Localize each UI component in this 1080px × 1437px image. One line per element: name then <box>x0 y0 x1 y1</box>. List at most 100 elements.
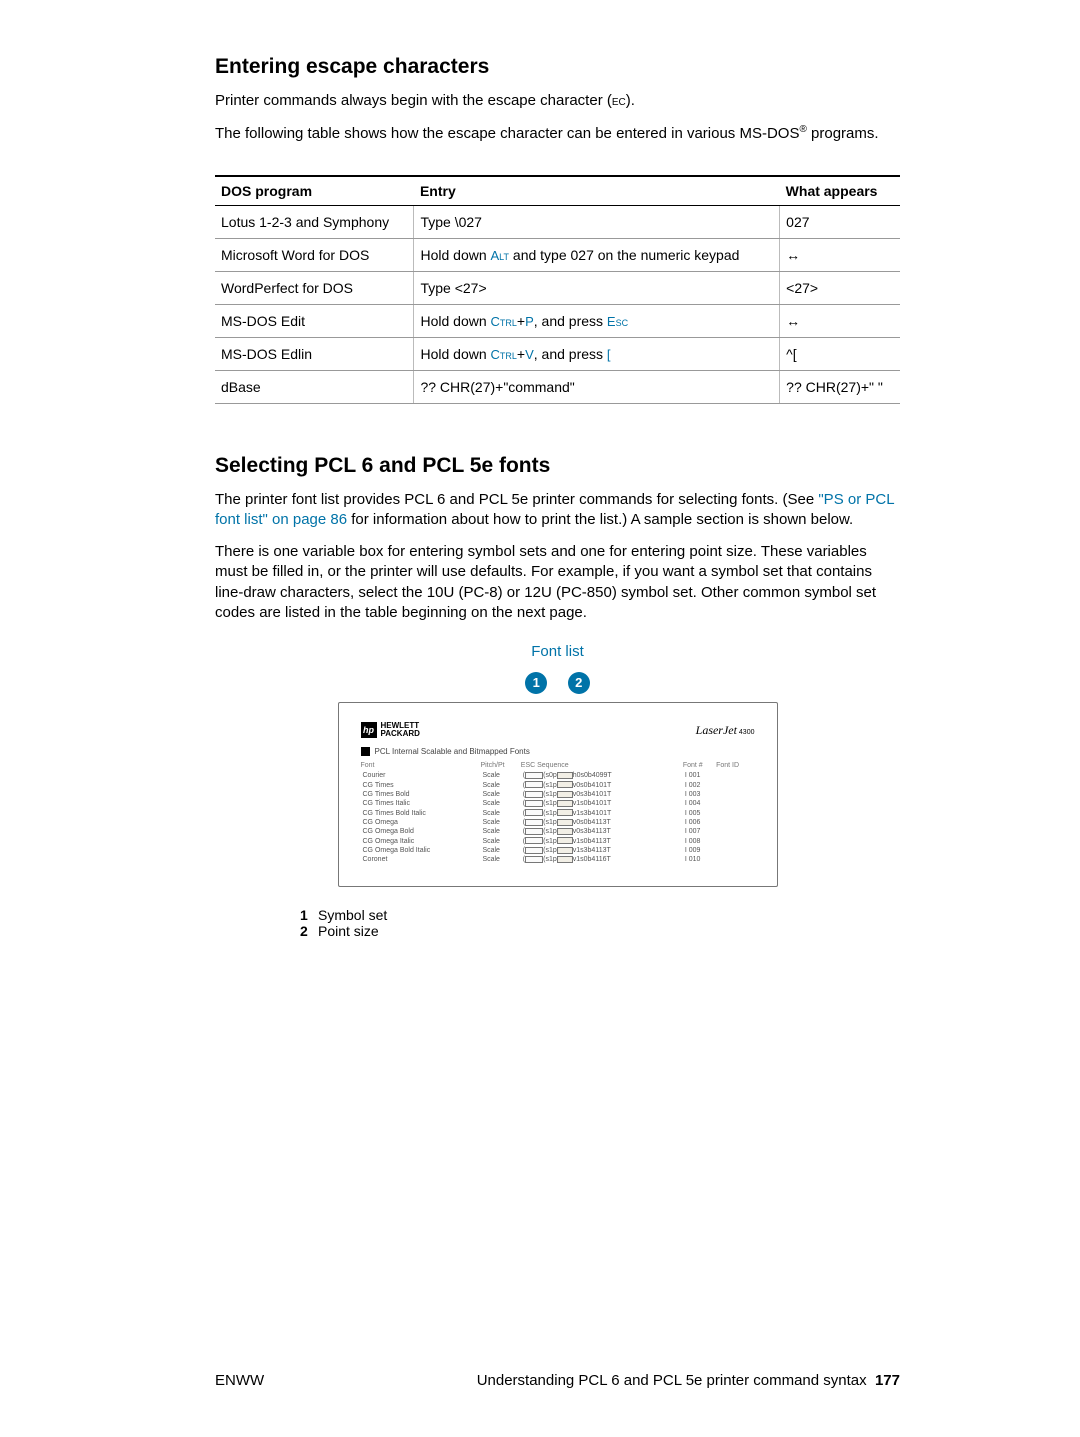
col-header-appears: What appears <box>780 176 900 206</box>
table-row: CoronetScale((s1pv1s0b4116TI 010 <box>361 855 755 864</box>
cell-entry: Type \027 <box>414 205 780 238</box>
table-row: MS-DOS Edit Hold down Ctrl+P, and press … <box>215 304 900 337</box>
font-list-title: PCL Internal Scalable and Bitmapped Font… <box>375 747 530 756</box>
heading-selecting-fonts: Selecting PCL 6 and PCL 5e fonts <box>215 454 900 478</box>
table-row: dBase ?? CHR(27)+"command" ?? CHR(27)+" … <box>215 370 900 403</box>
text: programs. <box>807 125 879 142</box>
cell-appears: <27> <box>780 271 900 304</box>
text: and type 027 on the numeric keypad <box>509 247 739 263</box>
text: + <box>517 313 525 329</box>
table-row: CG Times ItalicScale((s1pv1s0b4101TI 004 <box>361 799 755 808</box>
footer-right: Understanding PCL 6 and PCL 5e printer c… <box>477 1372 900 1389</box>
key-bracket: [ <box>607 347 611 362</box>
hp-logo-icon: hp <box>361 722 377 738</box>
registered-mark: ® <box>799 124 806 135</box>
col-fontid: Font ID <box>716 762 754 771</box>
cell-appears: 027 <box>780 205 900 238</box>
col-esc: ESC Sequence <box>521 762 676 771</box>
point-size-box <box>557 847 573 854</box>
text: Hold down <box>420 247 490 263</box>
cell-program: Microsoft Word for DOS <box>215 238 414 271</box>
point-size-box <box>557 856 573 863</box>
key-v: V <box>525 347 534 362</box>
page-footer: ENWW Understanding PCL 6 and PCL 5e prin… <box>215 1372 900 1389</box>
symbol-set-box <box>525 791 543 798</box>
col-header-entry: Entry <box>414 176 780 206</box>
text: ). <box>626 92 635 109</box>
heading-escape-characters: Entering escape characters <box>215 55 900 79</box>
legend-item: 1Symbol set <box>300 907 900 923</box>
cell-program: MS-DOS Edit <box>215 304 414 337</box>
square-bullet-icon <box>361 747 370 756</box>
cell-appears: ?? CHR(27)+" " <box>780 370 900 403</box>
point-size-box <box>557 819 573 826</box>
font-sample-table: Font Pitch/Pt ESC Sequence Font # Font I… <box>361 762 755 864</box>
table-row: WordPerfect for DOS Type <27> <27> <box>215 271 900 304</box>
key-ctrl: Ctrl <box>491 347 517 362</box>
text: , and press <box>534 346 607 362</box>
col-fontnum: Font # <box>683 762 716 771</box>
callout-2-icon: 2 <box>568 672 590 694</box>
figure-legend: 1Symbol set 2Point size <box>300 907 900 939</box>
hp-logo: hp HEWLETTPACKARD <box>361 722 420 738</box>
para-escape-intro: Printer commands always begin with the e… <box>215 91 900 111</box>
dos-escape-table: DOS program Entry What appears Lotus 1-2… <box>215 175 900 404</box>
symbol-set-box <box>525 781 543 788</box>
point-size-box <box>557 772 573 779</box>
footer-left: ENWW <box>215 1372 264 1389</box>
font-list-sample: hp HEWLETTPACKARD LaserJet 4300 PCL Inte… <box>338 702 778 887</box>
callout-1-icon: 1 <box>525 672 547 694</box>
table-row: CG Omega ItalicScale((s1pv1s0b4113TI 008 <box>361 836 755 845</box>
cell-entry: Type <27> <box>414 271 780 304</box>
symbol-set-box <box>525 800 543 807</box>
table-row: CG Omega Bold ItalicScale((s1pv1s3b4113T… <box>361 846 755 855</box>
key-alt: Alt <box>491 248 510 263</box>
table-row: CG TimesScale((s1pv0s0b4101TI 002 <box>361 780 755 789</box>
col-header-program: DOS program <box>215 176 414 206</box>
point-size-box <box>557 800 573 807</box>
text: Printer commands always begin with the e… <box>215 92 612 109</box>
cell-appears: ^[ <box>780 337 900 370</box>
point-size-box <box>557 781 573 788</box>
table-row: CG Times BoldScale((s1pv0s3b4101TI 003 <box>361 790 755 799</box>
key-p: P <box>525 314 534 329</box>
escape-glyph: EC <box>612 97 626 108</box>
point-size-box <box>557 837 573 844</box>
table-row: Lotus 1-2-3 and Symphony Type \027 027 <box>215 205 900 238</box>
table-row: CG OmegaScale((s1pv0s0b4113TI 006 <box>361 818 755 827</box>
cell-entry: Hold down Ctrl+V, and press [ <box>414 337 780 370</box>
symbol-set-box <box>525 837 543 844</box>
hp-brand-text: HEWLETTPACKARD <box>381 722 420 738</box>
para-escape-table-intro: The following table shows how the escape… <box>215 123 900 144</box>
cell-appears: ↔ <box>780 304 900 337</box>
symbol-set-box <box>525 847 543 854</box>
col-font: Font <box>361 762 481 771</box>
point-size-box <box>557 791 573 798</box>
text: for information about how to print the l… <box>347 511 853 528</box>
figure-caption: Font list <box>215 643 900 660</box>
table-row: MS-DOS Edlin Hold down Ctrl+V, and press… <box>215 337 900 370</box>
para-font-list-intro: The printer font list provides PCL 6 and… <box>215 490 900 531</box>
point-size-box <box>557 828 573 835</box>
symbol-set-box <box>525 819 543 826</box>
point-size-box <box>557 809 573 816</box>
symbol-set-box <box>525 772 543 779</box>
cell-program: dBase <box>215 370 414 403</box>
col-pitch: Pitch/Pt <box>480 762 520 771</box>
text: Hold down <box>420 346 490 362</box>
text: Hold down <box>420 313 490 329</box>
table-row: Microsoft Word for DOS Hold down Alt and… <box>215 238 900 271</box>
font-list-figure: 1 2 hp HEWLETTPACKARD LaserJet 4300 PCL … <box>215 672 900 887</box>
page-number: 177 <box>875 1372 900 1389</box>
cell-entry: Hold down Ctrl+P, and press Esc <box>414 304 780 337</box>
text: The following table shows how the escape… <box>215 125 799 142</box>
text: , and press <box>534 313 607 329</box>
table-row: CourierScale((s0ph0s0b4099TI 001 <box>361 771 755 780</box>
symbol-set-box <box>525 856 543 863</box>
cell-program: Lotus 1-2-3 and Symphony <box>215 205 414 238</box>
cell-program: WordPerfect for DOS <box>215 271 414 304</box>
text: The printer font list provides PCL 6 and… <box>215 491 818 508</box>
symbol-set-box <box>525 828 543 835</box>
table-row: CG Times Bold ItalicScale((s1pv1s3b4101T… <box>361 808 755 817</box>
para-symbol-set-info: There is one variable box for entering s… <box>215 542 900 623</box>
